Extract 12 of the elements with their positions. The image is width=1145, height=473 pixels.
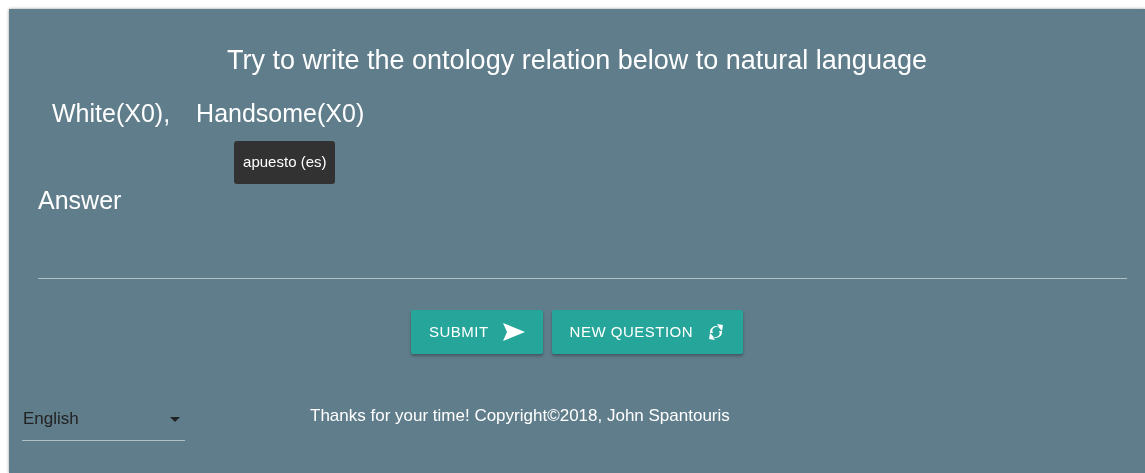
send-icon [502,323,525,341]
relation-term[interactable]: Handsome(X0) [196,99,365,127]
language-select[interactable]: English [22,398,185,441]
caret-icon [170,416,180,422]
instruction-text: Try to write the ontology relation below to natural language [226,44,928,77]
footer-text: Thanks for your time! Copyright©2018, John Spantouris [310,405,730,427]
action-button[interactable]: SUBMIT [410,310,543,354]
translation-tooltip: apuesto (es) [234,141,336,184]
action-button[interactable]: NEW QUESTION [551,310,744,354]
refresh-icon [707,322,726,342]
answer-label: Answer [38,185,122,216]
relation-term[interactable]: White(X0), [52,99,171,127]
